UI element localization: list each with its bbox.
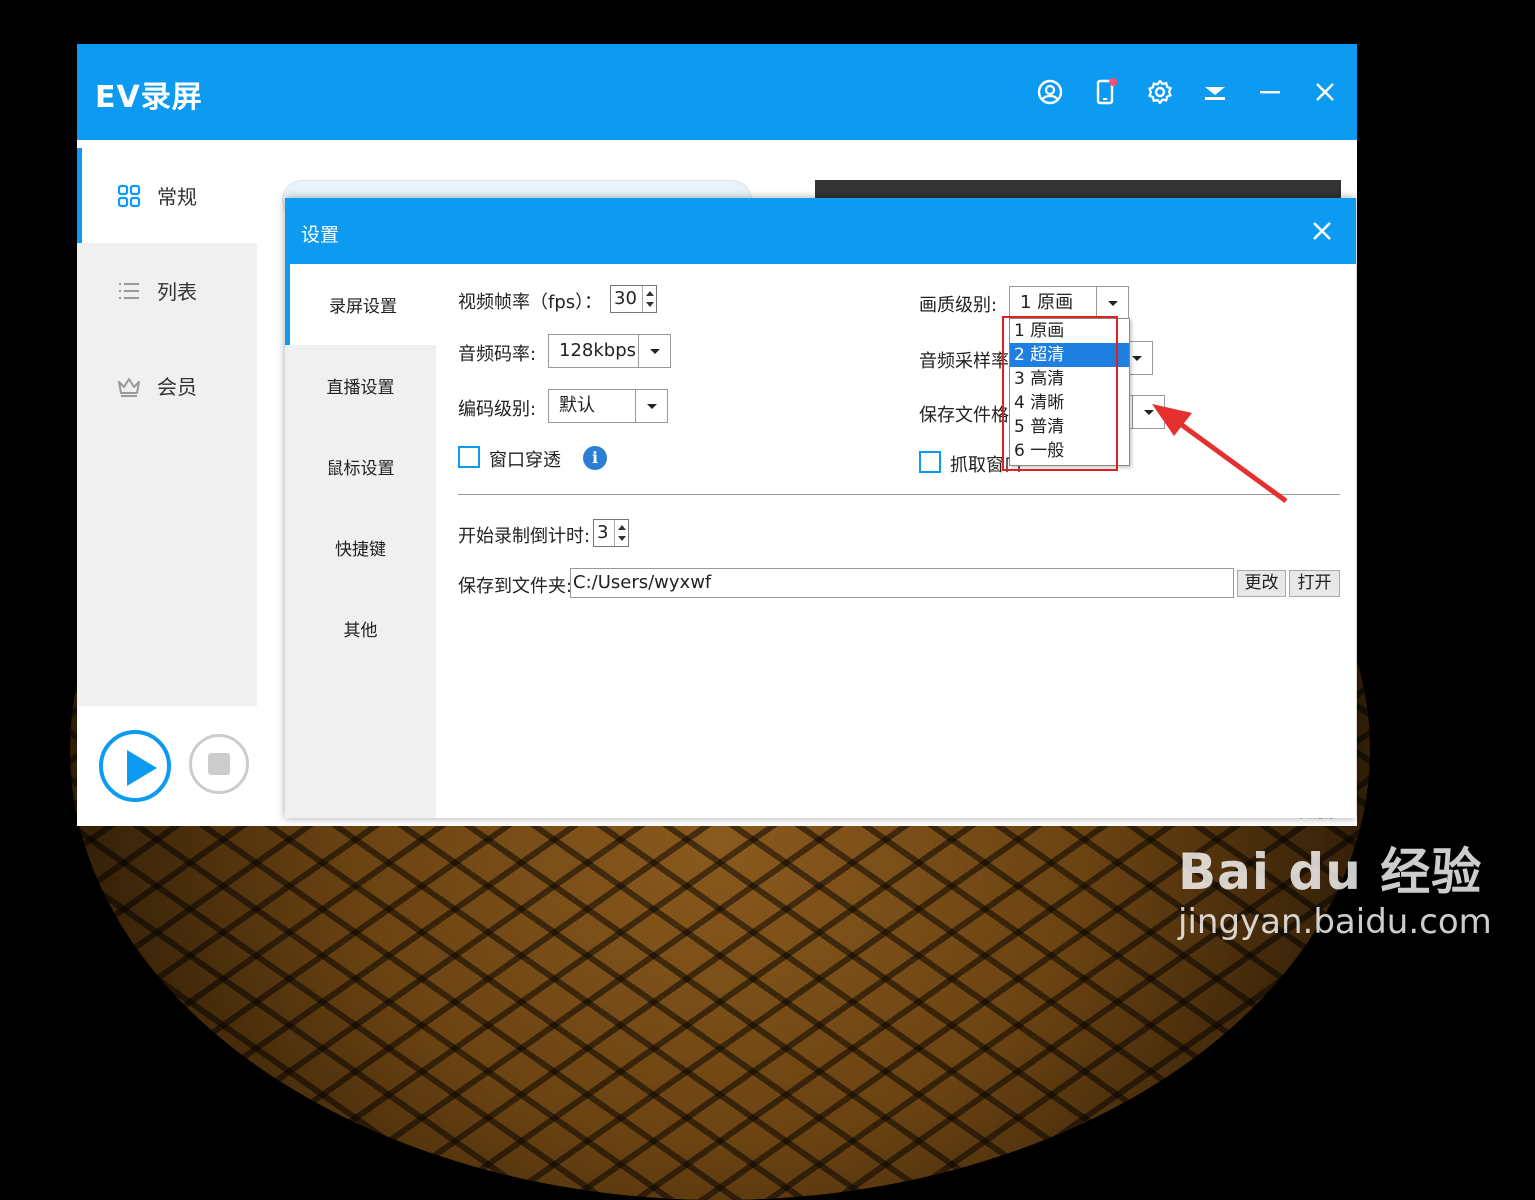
sidebar-item-list[interactable]: 列表 — [77, 243, 257, 338]
dialog-title: 设置 — [301, 224, 340, 246]
divider — [458, 494, 1340, 495]
app-header: EV录屏 — [77, 44, 1357, 140]
tab-hotkeys[interactable]: 快捷键 — [285, 507, 436, 588]
grid-icon — [117, 184, 141, 207]
save-format-label: 保存文件格 — [919, 405, 1009, 426]
quality-label: 画质级别: — [919, 295, 998, 316]
watermark-url: jingyan.baidu.com — [1178, 902, 1492, 942]
chevron-down-icon — [1132, 396, 1164, 428]
quality-value: 1 原画 — [1020, 292, 1074, 313]
sidebar-item-general[interactable]: 常规 — [77, 148, 257, 243]
window-through-checkbox[interactable] — [458, 446, 480, 468]
user-icon[interactable] — [1036, 78, 1064, 106]
info-icon[interactable]: i — [583, 446, 607, 470]
sample-rate-label: 音频采样率 — [919, 351, 1009, 372]
sidebar: 常规 列表 会员 — [77, 148, 257, 706]
change-folder-button[interactable]: 更改 — [1237, 570, 1286, 597]
countdown-value: 3 — [597, 522, 609, 543]
audio-bitrate-value: 128kbps — [559, 340, 637, 361]
tab-record-settings[interactable]: 录屏设置 — [285, 264, 436, 345]
fps-label: 视频帧率（fps）： — [458, 292, 603, 313]
countdown-stepper[interactable]: 3 — [593, 519, 629, 547]
tab-live-settings[interactable]: 直播设置 — [285, 345, 436, 426]
sidebar-item-vip[interactable]: 会员 — [77, 338, 257, 433]
gear-icon[interactable] — [1146, 78, 1174, 106]
countdown-label: 开始录制倒计时: — [458, 526, 591, 547]
chevron-down-icon — [635, 390, 667, 422]
stop-button[interactable] — [189, 734, 249, 794]
sidebar-item-label: 列表 — [157, 280, 197, 304]
dialog-close-icon[interactable] — [1309, 218, 1335, 244]
watermark-brand: Bai du 经验 — [1178, 843, 1483, 901]
collapse-icon[interactable] — [1201, 78, 1229, 106]
encode-level-value: 默认 — [559, 395, 595, 416]
fps-value: 30 — [614, 288, 637, 309]
capture-window-checkbox[interactable] — [919, 451, 941, 473]
mobile-icon[interactable] — [1091, 78, 1119, 106]
close-icon[interactable] — [1311, 78, 1339, 106]
minimize-icon[interactable] — [1256, 78, 1284, 106]
app-title: EV录屏 — [95, 80, 203, 115]
chevron-down-icon — [1096, 287, 1128, 319]
tab-mouse-settings[interactable]: 鼠标设置 — [285, 426, 436, 507]
highlight-box — [1002, 316, 1118, 471]
tab-other[interactable]: 其他 — [285, 588, 436, 669]
sidebar-item-label: 会员 — [157, 375, 197, 399]
sidebar-item-label: 常规 — [157, 185, 197, 209]
audio-bitrate-label: 音频码率: — [458, 344, 537, 365]
settings-dialog: 设置 录屏设置 直播设置 鼠标设置 快捷键 其他 视频帧率（fps）： 30 音… — [285, 198, 1356, 818]
fps-stepper[interactable]: 30 — [610, 285, 657, 313]
audio-bitrate-select[interactable]: 128kbps — [548, 334, 671, 368]
quality-select[interactable]: 1 原画 — [1009, 286, 1129, 320]
encode-level-select[interactable]: 默认 — [548, 389, 668, 423]
list-icon — [119, 282, 139, 299]
baidu-watermark: Bai du 经验 jingyan.baidu.com — [1178, 832, 1492, 942]
encode-level-label: 编码级别: — [458, 399, 537, 420]
record-controls — [77, 706, 277, 826]
play-button[interactable] — [99, 730, 171, 802]
window-through-label: 窗口穿透 — [489, 450, 561, 471]
crown-icon — [118, 377, 140, 397]
dialog-header: 设置 — [285, 198, 1356, 264]
folder-label: 保存到文件夹: — [458, 576, 573, 597]
open-folder-button[interactable]: 打开 — [1289, 570, 1340, 597]
chevron-down-icon — [638, 335, 670, 367]
dialog-nav: 录屏设置 直播设置 鼠标设置 快捷键 其他 — [285, 264, 436, 818]
folder-path-input[interactable]: C:/Users/wyxwf — [570, 568, 1234, 598]
